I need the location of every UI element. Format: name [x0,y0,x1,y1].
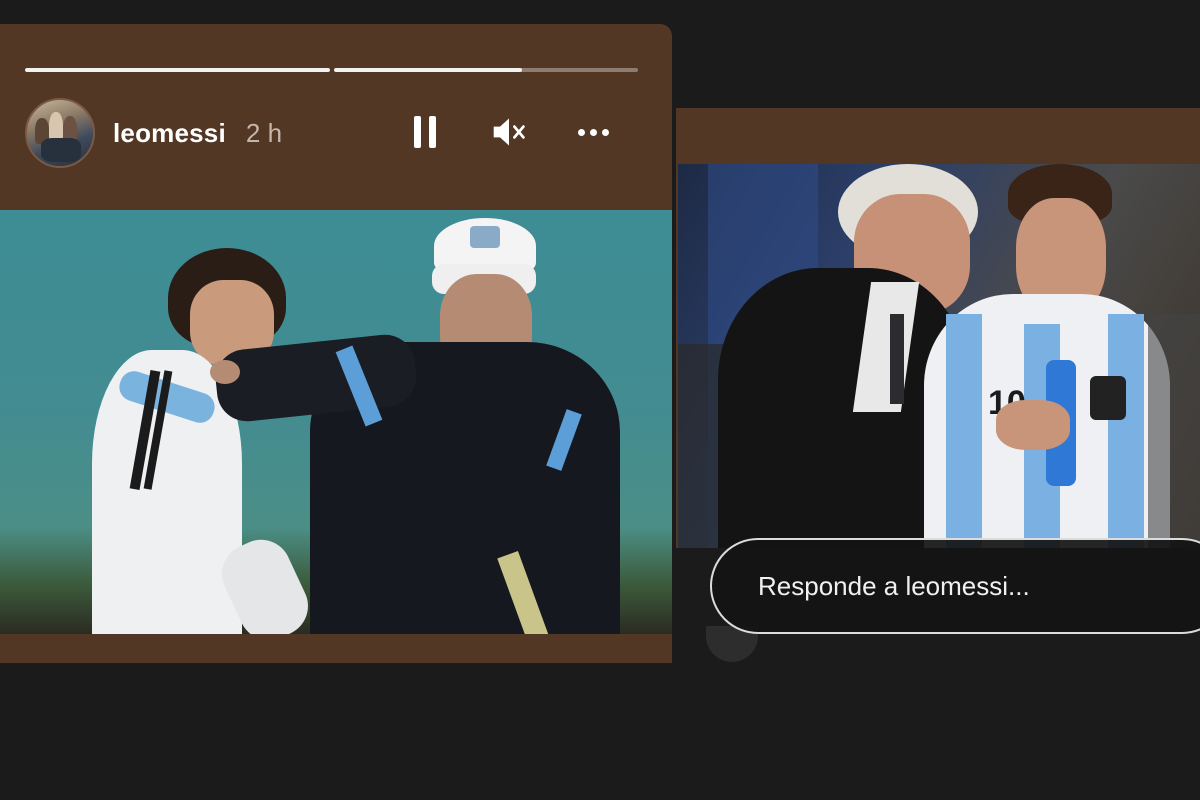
progress-fill-2 [333,68,523,72]
story-username[interactable]: leomessi [113,118,226,149]
mute-button[interactable] [491,112,527,152]
reply-input[interactable]: Responde a leomessi... [710,538,1200,634]
speaker-muted-icon [493,118,525,146]
progress-fill-1 [25,68,330,72]
more-horizontal-icon [575,128,611,136]
story-header: leomessi 2 h [25,98,645,168]
pause-icon [410,116,440,148]
progress-segment-2 [333,68,638,72]
story-controls [407,112,611,152]
story-card: leomessi 2 h [0,24,672,663]
story-progress [25,68,638,72]
pause-button[interactable] [407,112,443,152]
story-timestamp: 2 h [245,117,283,148]
reply-placeholder: Responde a leomessi... [758,570,1030,601]
avatar[interactable] [25,98,95,168]
more-options-button[interactable] [575,112,611,152]
next-story-photo: 10 [678,164,1200,548]
progress-segment-1 [25,68,330,72]
next-story-card[interactable]: 10 [676,108,1200,548]
story-photo [0,210,672,634]
